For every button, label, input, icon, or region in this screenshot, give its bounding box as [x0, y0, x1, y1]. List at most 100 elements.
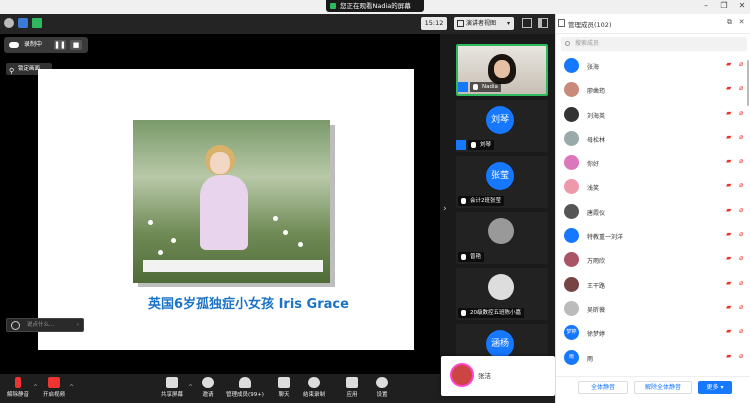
member-row[interactable]: 梦婷 徐梦婷 ▰ ⌀: [556, 321, 750, 345]
mic-icon: [473, 84, 478, 90]
member-row[interactable]: 唐霞仪 ▰ ⌀: [556, 200, 750, 224]
member-row[interactable]: 雨雨 ▰ ⌀: [556, 346, 750, 370]
mic-muted-icon[interactable]: ⌀: [739, 327, 747, 336]
video-off-icon[interactable]: ▰: [726, 303, 735, 311]
recording-bar: 录制中 ❚❚ ■: [4, 37, 88, 53]
video-off-icon[interactable]: ▰: [726, 133, 735, 141]
chevron-up-icon[interactable]: ^: [69, 384, 74, 391]
avatar: [564, 82, 579, 98]
member-row[interactable]: 吴昕薇 ▰ ⌀: [556, 297, 750, 321]
video-off-icon[interactable]: ▰: [726, 279, 735, 287]
mic-muted-icon[interactable]: ⌀: [739, 254, 747, 263]
mic-muted-icon[interactable]: ⌀: [739, 352, 747, 361]
avatar: [564, 203, 579, 219]
mute-all-button[interactable]: 全体静音: [578, 381, 628, 394]
video-off-icon[interactable]: ▰: [726, 328, 735, 335]
meeting-info-bar: 15:12 演讲者视图 ▾: [0, 14, 555, 34]
avatar: [564, 179, 579, 195]
shared-slide: 英国6岁孤独症小女孩 Iris Grace: [38, 69, 414, 350]
video-tile[interactable]: 张莹 会计2班张莹: [456, 156, 548, 208]
member-list: 张海 ▰ ⌀ 廖凿筠 ▰ ⌀ 刘海英 ▰ ⌀ 母松林 ▰ ⌀ 你好 ▰ ⌀ 浅笑 ▰ ⌀ 唐霞仪 ▰ ⌀ 特教重一刘洋 ▰ ⌀…: [556, 54, 750, 376]
settings-button[interactable]: 设置: [372, 377, 392, 398]
tile-name: 刘琴: [468, 140, 495, 150]
emoji-icon[interactable]: [11, 321, 20, 330]
member-name: 刘海英: [587, 112, 606, 120]
video-off-icon[interactable]: ▰: [726, 255, 735, 262]
video-tile[interactable]: 20级数控五班陈小嘉: [456, 268, 548, 320]
avatar: [450, 363, 474, 387]
stop-recording-button[interactable]: 结束录制: [300, 377, 328, 398]
pause-record-button[interactable]: ❚❚: [54, 40, 66, 50]
shield-icon[interactable]: [18, 18, 28, 28]
video-off-icon[interactable]: ▰: [726, 352, 735, 360]
video-tile[interactable]: Nadia: [456, 44, 548, 96]
unmute-button[interactable]: 解除静音: [4, 377, 32, 398]
chevron-up-icon[interactable]: ^: [188, 384, 193, 391]
member-row[interactable]: 特教重一刘洋 ▰ ⌀: [556, 224, 750, 248]
mic-muted-icon[interactable]: ⌀: [739, 279, 747, 288]
invite-button[interactable]: 邀请: [198, 377, 218, 398]
info-icon[interactable]: [4, 18, 14, 28]
mic-icon: [471, 142, 476, 148]
apps-button[interactable]: 应用: [342, 377, 362, 398]
member-row[interactable]: 王干路 ▰ ⌀: [556, 273, 750, 297]
viewing-indicator[interactable]: 您正在观看Nadia的屏幕: [326, 0, 424, 12]
video-tile[interactable]: 曾艳: [456, 212, 548, 264]
avatar: [488, 218, 514, 244]
mic-muted-icon[interactable]: ⌀: [739, 60, 747, 69]
video-tile[interactable]: 刘琴 刘琴: [456, 100, 548, 152]
layout-icon: [457, 20, 464, 27]
mic-muted-icon[interactable]: ⌀: [739, 230, 747, 239]
mic-muted-icon[interactable]: ⌀: [739, 181, 747, 190]
stop-record-button[interactable]: ■: [70, 40, 82, 50]
member-name: 你好: [587, 161, 600, 169]
member-row[interactable]: 你好 ▰ ⌀: [556, 151, 750, 175]
chevron-right-icon[interactable]: ›: [443, 204, 447, 214]
member-row[interactable]: 刘海英 ▰ ⌀: [556, 103, 750, 127]
unmute-all-button[interactable]: 解除全体静音: [634, 381, 692, 394]
scrollbar[interactable]: [747, 60, 749, 106]
mic-muted-icon[interactable]: ⌀: [739, 206, 747, 215]
view-mode-button[interactable]: 演讲者视图 ▾: [454, 17, 514, 30]
manage-members-button[interactable]: 管理成员(99+): [224, 377, 266, 398]
video-off-icon[interactable]: ▰: [726, 109, 735, 117]
mic-muted-icon[interactable]: ⌀: [739, 157, 747, 166]
chat-button[interactable]: 聊天: [274, 377, 294, 398]
video-off-icon[interactable]: ▰: [726, 61, 735, 68]
video-off-icon[interactable]: ▰: [726, 206, 735, 214]
mic-muted-icon[interactable]: ⌀: [739, 303, 747, 312]
member-name: 母松林: [587, 136, 606, 144]
member-row[interactable]: 浅笑 ▰ ⌀: [556, 175, 750, 199]
close-icon[interactable]: ✕: [737, 18, 746, 27]
member-row[interactable]: 张海 ▰ ⌀: [556, 54, 750, 78]
minimize-icon[interactable]: –: [698, 0, 714, 12]
fullscreen-icon[interactable]: [522, 18, 532, 28]
video-off-icon[interactable]: ▰: [726, 158, 735, 165]
mic-muted-icon[interactable]: ⌀: [739, 133, 747, 142]
video-off-icon[interactable]: ▰: [726, 182, 735, 189]
tile-name: 会计2班张莹: [458, 196, 504, 206]
member-search-input[interactable]: 搜索成员: [561, 37, 747, 51]
member-row[interactable]: 万雨欣 ▰ ⌀: [556, 248, 750, 272]
member-name: 特教重一刘洋: [587, 234, 624, 242]
member-name: 雨: [587, 355, 594, 363]
popout-icon[interactable]: ⧉: [725, 18, 734, 27]
video-off-icon: [48, 377, 60, 388]
member-row[interactable]: 母松林 ▰ ⌀: [556, 127, 750, 151]
more-button[interactable]: 更多 ▾: [698, 381, 732, 394]
start-video-button[interactable]: 开启视频: [40, 377, 68, 398]
restore-icon[interactable]: ❐: [716, 0, 732, 12]
member-name: 张海: [587, 64, 600, 71]
chat-input[interactable]: 说点什么... ‹: [6, 318, 84, 332]
chevron-left-icon[interactable]: ‹: [77, 319, 79, 331]
sidebar-toggle-icon[interactable]: [538, 18, 548, 28]
mic-muted-icon[interactable]: ⌀: [739, 109, 747, 118]
self-view-popup[interactable]: 张洁: [441, 356, 555, 396]
mic-muted-icon[interactable]: ⌀: [739, 84, 747, 93]
member-row[interactable]: 廖凿筠 ▰ ⌀: [556, 78, 750, 102]
chevron-up-icon[interactable]: ^: [33, 384, 38, 391]
video-off-icon[interactable]: ▰: [726, 231, 735, 238]
share-screen-button[interactable]: 共享屏幕: [158, 377, 186, 398]
video-off-icon[interactable]: ▰: [726, 85, 735, 92]
close-icon[interactable]: ✕: [734, 0, 750, 12]
